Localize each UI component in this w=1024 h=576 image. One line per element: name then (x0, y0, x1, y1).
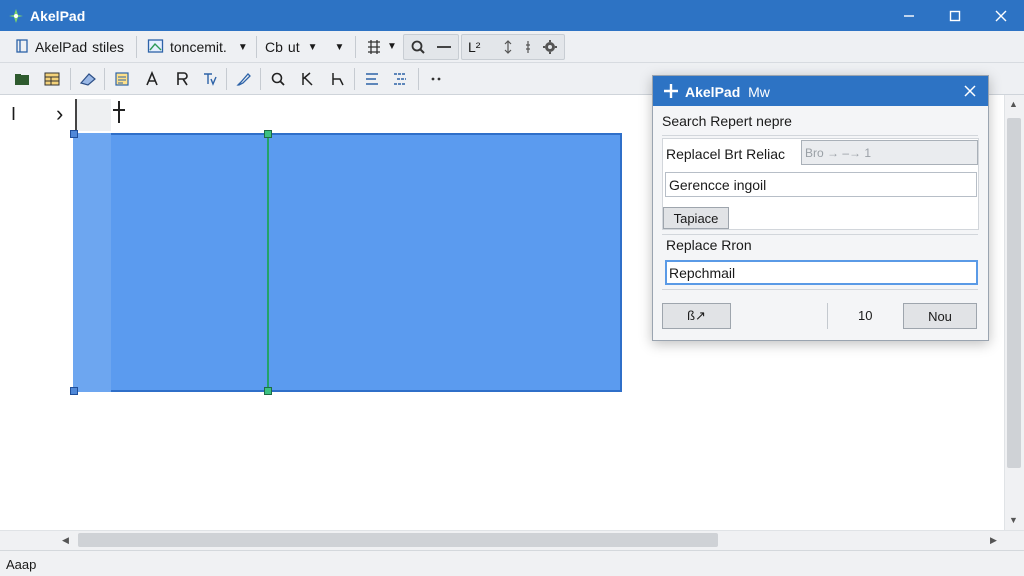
scroll-right-icon[interactable]: ▶ (990, 535, 997, 546)
font-dropdown-extra: ut (287, 39, 300, 55)
resize-handle-top-middle[interactable] (264, 130, 272, 138)
file-menu-extra: stiles (92, 39, 125, 55)
font-dropdown-label: Cb (265, 39, 283, 55)
dialog-title-extra: Mw (748, 84, 770, 100)
ruler-left-mark: I (11, 104, 17, 124)
toolbar-separator (70, 68, 71, 90)
more-options-icon[interactable] (424, 67, 448, 91)
toolbar-separator (355, 36, 356, 58)
close-button[interactable] (978, 0, 1024, 31)
vertical-scroll-thumb[interactable] (1007, 118, 1021, 468)
dialog-title-app: AkelPad (685, 84, 741, 100)
search-label: Search Repert nepre (662, 113, 792, 129)
dialog-title-bar[interactable]: AkelPad Mw (653, 76, 988, 106)
document-dropdown-label: toncemit. (170, 39, 227, 55)
status-text: Aaap (6, 557, 37, 572)
document-icon (14, 38, 30, 57)
align-lines-icon[interactable] (360, 67, 384, 91)
ruler-tab-stop[interactable] (75, 99, 111, 131)
dialog-divider (662, 234, 978, 235)
horizontal-scroll-thumb[interactable] (78, 533, 718, 547)
search-group (403, 34, 459, 60)
chevron-down-icon[interactable]: ▼ (387, 41, 397, 52)
file-menu-label: AkelPad (35, 39, 88, 55)
text-r-icon[interactable] (170, 67, 194, 91)
format-group-label[interactable]: L² (468, 35, 480, 59)
main-toolbar: AkelPad stiles toncemit. ▼ Cb ut ▼ ▼ ▼ L… (0, 31, 1024, 63)
replace-disabled-field: Bro → –→ 1 (801, 140, 978, 165)
replace-label: Replacel Brt Reliac (666, 146, 786, 162)
font-dropdown[interactable]: Cb ut ▼ ▼ (265, 35, 344, 59)
toolbar-separator (354, 68, 355, 90)
toolbar-separator (418, 68, 419, 90)
resize-handle-top-left[interactable] (70, 130, 78, 138)
table-icon[interactable] (40, 67, 64, 91)
ruler-chevron: › (56, 101, 64, 126)
document-dropdown[interactable]: toncemit. ▼ (147, 35, 248, 59)
scroll-down-icon[interactable]: ▼ (1009, 515, 1018, 525)
caret-marker (118, 101, 120, 123)
file-menu-button[interactable]: AkelPad stiles (14, 35, 124, 59)
now-button[interactable]: Nou (903, 303, 977, 329)
match-count: 10 (858, 308, 873, 323)
status-bar: Aaap (0, 550, 1024, 576)
plus-star-icon (663, 83, 679, 99)
selection-left-column (73, 133, 111, 392)
chevron-down-icon: ▼ (307, 41, 318, 53)
window-title: AkelPad (30, 8, 86, 24)
chevron-down-icon: ▼ (334, 41, 345, 53)
magnifier-icon[interactable] (266, 67, 290, 91)
indent-lines-icon[interactable] (388, 67, 412, 91)
dialog-divider (662, 135, 978, 136)
dialog-button-separator (827, 303, 828, 329)
notes-icon[interactable] (110, 67, 134, 91)
replace-from-label: Replace Rron (666, 237, 752, 253)
akelpad-app-icon (8, 8, 24, 24)
search-icon[interactable] (406, 35, 430, 59)
minimize-button[interactable] (886, 0, 932, 31)
toolbar-separator (104, 68, 105, 90)
pen-icon[interactable] (232, 67, 256, 91)
resize-handle-bottom-left[interactable] (70, 387, 78, 395)
eraser-icon[interactable] (76, 67, 100, 91)
dialog-title: AkelPad Mw (685, 84, 770, 100)
replace-dialog: AkelPad Mw Search Repert nepre Replacel … (652, 75, 989, 341)
grid-icon[interactable] (362, 35, 386, 59)
resize-handle-bottom-middle[interactable] (264, 387, 272, 395)
scroll-left-icon[interactable]: ◀ (62, 535, 69, 546)
toolbar-separator (226, 68, 227, 90)
gear-icon[interactable] (538, 35, 562, 59)
type-icon[interactable] (198, 67, 222, 91)
generic-input[interactable]: Gerencce ingoil (665, 172, 977, 197)
title-bar: AkelPad (0, 0, 1024, 31)
cursor-h-icon[interactable] (326, 67, 350, 91)
toolbar-separator (136, 36, 137, 58)
cursor-k-icon[interactable] (296, 67, 320, 91)
chevron-down-icon: ▼ (237, 41, 248, 53)
toolbar-separator (256, 36, 257, 58)
replace-from-input[interactable]: Repchmail (665, 260, 978, 285)
arrows-split-icon[interactable] (516, 35, 540, 59)
folder-icon[interactable] (10, 67, 34, 91)
selection-rectangle[interactable] (73, 133, 622, 392)
scroll-up-icon[interactable]: ▲ (1009, 99, 1018, 109)
dialog-close-button[interactable] (960, 81, 980, 101)
options-button[interactable]: ß↗ (662, 303, 731, 329)
small-action-button[interactable]: Tapiace (663, 207, 729, 229)
format-group: L² (461, 34, 565, 60)
maximize-button[interactable] (932, 0, 978, 31)
text-a-icon[interactable] (140, 67, 164, 91)
image-icon (147, 38, 165, 57)
column-divider[interactable] (267, 135, 269, 391)
caret-crossbar (113, 109, 125, 111)
dialog-divider (662, 289, 978, 290)
minus-icon[interactable] (432, 35, 456, 59)
toolbar-separator (260, 68, 261, 90)
